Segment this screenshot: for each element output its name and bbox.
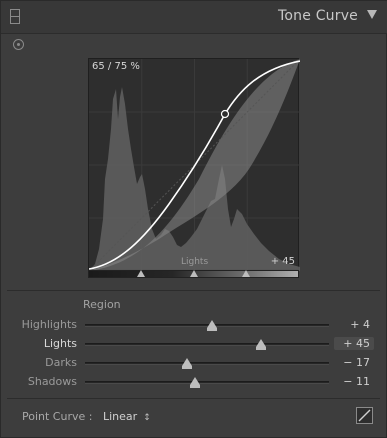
split-handle-highlights[interactable] bbox=[242, 270, 251, 277]
tone-curve-svg bbox=[89, 59, 300, 271]
highlights-value[interactable]: + 4 bbox=[330, 318, 370, 331]
curve-region-label: Lights bbox=[181, 257, 209, 267]
darks-slider-track[interactable] bbox=[85, 362, 329, 365]
highlights-slider-row: Highlights + 4 bbox=[1, 317, 387, 335]
point-curve-value: Linear bbox=[103, 410, 138, 423]
curve-readout: 65 / 75 % bbox=[92, 61, 140, 72]
slider-label: Darks bbox=[45, 356, 77, 369]
lights-slider-row: Lights + 45 bbox=[1, 336, 387, 354]
region-section-title: Region bbox=[83, 298, 121, 311]
tone-curve-panel: Tone Curve 65 / 75 % Lights + 45 Region … bbox=[0, 0, 387, 438]
highlights-slider-thumb[interactable] bbox=[206, 320, 217, 331]
panel-title: Tone Curve bbox=[278, 8, 358, 24]
shadows-slider-row: Shadows − 11 bbox=[1, 374, 387, 392]
shadows-slider-thumb[interactable] bbox=[189, 377, 200, 388]
collapse-triangle-icon[interactable] bbox=[367, 10, 377, 19]
point-curve-label: Point Curve : bbox=[22, 410, 93, 423]
curve-control-point[interactable] bbox=[220, 109, 230, 119]
darks-value[interactable]: − 17 bbox=[330, 356, 370, 369]
darks-slider-thumb[interactable] bbox=[182, 358, 193, 369]
shadows-slider-track[interactable] bbox=[85, 381, 329, 384]
lights-value[interactable]: + 45 bbox=[334, 337, 374, 350]
slider-label: Lights bbox=[43, 337, 77, 350]
lights-slider-thumb[interactable] bbox=[255, 339, 266, 350]
split-handle-shadows[interactable] bbox=[136, 270, 145, 277]
curve-region-value: + 45 bbox=[270, 256, 295, 267]
section-divider bbox=[7, 290, 380, 291]
point-curve-select[interactable]: Linear ↕ bbox=[103, 410, 151, 423]
footer-divider bbox=[7, 398, 380, 399]
panel-header[interactable]: Tone Curve bbox=[1, 1, 387, 34]
darks-slider-row: Darks − 17 bbox=[1, 355, 387, 373]
lights-slider-track[interactable] bbox=[85, 343, 329, 346]
split-handle-midtones[interactable] bbox=[189, 270, 198, 277]
slider-label: Shadows bbox=[27, 375, 77, 388]
shadows-value[interactable]: − 11 bbox=[330, 375, 370, 388]
targeted-adjustment-tool-icon[interactable] bbox=[13, 39, 24, 50]
select-arrows-icon: ↕ bbox=[143, 413, 151, 423]
curve-diagonal-glyph bbox=[358, 409, 371, 422]
edit-point-curve-icon[interactable] bbox=[356, 407, 373, 424]
slider-label: Highlights bbox=[21, 318, 77, 331]
tone-curve-graph[interactable]: 65 / 75 % Lights + 45 bbox=[88, 58, 300, 271]
panel-switch-icon[interactable] bbox=[10, 9, 20, 24]
